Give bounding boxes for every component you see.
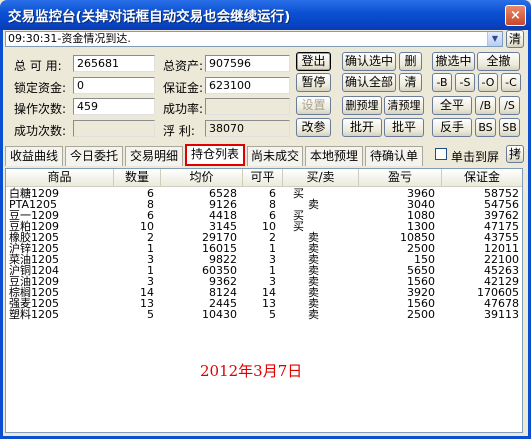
col-header-pnl[interactable]: 盈亏 — [359, 169, 442, 186]
tab-local-preorders[interactable]: 本地预埋 — [305, 146, 363, 166]
available-label: 总 可 用: — [14, 59, 62, 73]
sb-button[interactable]: SB — [499, 118, 520, 137]
tab-positions[interactable]: 持仓列表 — [185, 144, 245, 166]
tab-today-orders[interactable]: 今日委托 — [65, 146, 123, 166]
margin-label: 保证金: — [163, 81, 204, 95]
table-row[interactable]: 豆粕1209 10 3145 10 买 1300 47175 — [6, 220, 522, 233]
ops-count-field: 459 — [73, 98, 155, 115]
table-header: 商品 数量 均价 可平 买/卖 盈亏 保证金 — [6, 169, 522, 187]
floating-profit-field: 38070 — [205, 120, 290, 137]
pause-button[interactable]: 暂停 — [296, 73, 331, 92]
single-click-label: 单击到屏 — [451, 150, 500, 164]
tab-trade-details[interactable]: 交易明细 — [125, 146, 183, 166]
cell-quantity: 5 — [147, 308, 154, 321]
floating-profit-label: 浮 利: — [163, 124, 195, 138]
available-field: 265681 — [73, 55, 155, 72]
delete-preorder-button[interactable]: 删预埋 — [342, 96, 382, 115]
expand-button[interactable]: 拷 — [506, 145, 524, 163]
cell-avg-price: 10430 — [202, 308, 237, 321]
cancel-selected-button[interactable]: 撤选中 — [432, 52, 475, 71]
locked-funds-field: 0 — [73, 77, 155, 94]
chevron-down-icon[interactable]: ▼ — [487, 32, 502, 46]
col-header-avg-price[interactable]: 均价 — [161, 169, 243, 186]
table-row[interactable]: 橡胶1205 2 29170 2 卖 10850 43755 — [6, 232, 522, 243]
minus-c-button[interactable]: -C — [501, 73, 521, 92]
close-all-button[interactable]: 全平 — [432, 96, 472, 115]
success-count-field — [73, 120, 155, 137]
minus-o-button[interactable]: -O — [478, 73, 498, 92]
margin-field: 623100 — [205, 77, 290, 94]
tab-unfilled[interactable]: 尚未成交 — [247, 146, 303, 166]
table-row[interactable]: 菜油1205 3 9822 3 卖 150 22100 — [6, 254, 522, 265]
logout-button[interactable]: 登出 — [296, 52, 331, 71]
col-header-closable[interactable]: 可平 — [243, 169, 283, 186]
cell-closable: 5 — [269, 308, 276, 321]
table-row[interactable]: 沪铜1204 1 60350 1 卖 5650 45263 — [6, 265, 522, 276]
tab-profit-curve[interactable]: 收益曲线 — [5, 146, 63, 166]
slash-b-button[interactable]: /B — [475, 96, 496, 115]
status-message: 09:30:31-资金情况到达. — [8, 32, 131, 45]
table-row[interactable]: 塑料1205 5 10430 5 卖 2500 39113 — [6, 308, 522, 321]
col-header-quantity[interactable]: 数量 — [114, 169, 161, 186]
positions-table[interactable]: 商品 数量 均价 可平 买/卖 盈亏 保证金 白糖1209 6 6528 6 买 3960… — [5, 168, 523, 433]
ops-count-label: 操作次数: — [14, 102, 67, 116]
confirm-selected-button[interactable]: 确认选中 — [342, 52, 396, 71]
success-rate-label: 成功率: — [163, 102, 204, 116]
confirm-all-button[interactable]: 确认全部 — [342, 73, 396, 92]
table-row[interactable]: 白糖1209 6 6528 6 买 3960 58752 — [6, 187, 522, 200]
table-row[interactable]: 强麦1205 13 2445 13 卖 1560 47678 — [6, 298, 522, 309]
batch-open-button[interactable]: 批开 — [342, 118, 382, 137]
delete-button[interactable]: 删 — [399, 52, 422, 71]
window-frame-left — [0, 30, 3, 439]
total-assets-field: 907596 — [205, 55, 290, 72]
bs-button[interactable]: BS — [475, 118, 496, 137]
cell-margin: 39113 — [484, 308, 519, 321]
tab-pending-confirm[interactable]: 待确认单 — [365, 146, 423, 166]
clear-preorder-button[interactable]: 清预埋 — [384, 96, 424, 115]
table-row[interactable]: 沪锌1205 1 16015 1 卖 2500 12011 — [6, 243, 522, 254]
success-count-label: 成功次数: — [14, 124, 67, 138]
cancel-all-button[interactable]: 全撤 — [477, 52, 520, 71]
clear-status-button[interactable]: 清 — [506, 30, 524, 48]
settings-button[interactable]: 设置 — [296, 96, 331, 115]
cell-side: 买 — [293, 187, 304, 200]
minus-b-button[interactable]: -B — [432, 73, 452, 92]
batch-close-button[interactable]: 批平 — [384, 118, 424, 137]
cell-side: 买 — [293, 220, 304, 233]
minus-s-button[interactable]: -S — [455, 73, 475, 92]
cell-side: 卖 — [308, 198, 319, 211]
table-row[interactable]: PTA1205 8 9126 8 卖 3040 54756 — [6, 198, 522, 211]
change-params-button[interactable]: 改参 — [296, 118, 331, 137]
cell-product: 塑料1205 — [9, 308, 59, 321]
col-header-side[interactable]: 买/卖 — [283, 169, 359, 186]
col-header-product[interactable]: 商品 — [6, 169, 114, 186]
window-title: 交易监控台(关掉对话框自动交易也会继续运行) — [8, 9, 291, 25]
status-log-combo[interactable]: 09:30:31-资金情况到达. — [5, 31, 503, 47]
close-button[interactable]: × — [505, 5, 526, 26]
clear-button[interactable]: 清 — [399, 73, 422, 92]
date-annotation: 2012年3月7日 — [200, 362, 303, 380]
cell-pnl: 2500 — [407, 308, 435, 321]
cell-side: 卖 — [308, 308, 319, 321]
single-click-checkbox[interactable] — [435, 148, 447, 160]
locked-funds-label: 锁定资金: — [14, 81, 67, 95]
reverse-button[interactable]: 反手 — [432, 118, 472, 137]
total-assets-label: 总资产: — [163, 59, 204, 73]
slash-s-button[interactable]: /S — [499, 96, 520, 115]
col-header-margin[interactable]: 保证金 — [442, 169, 522, 186]
success-rate-field — [205, 98, 290, 115]
